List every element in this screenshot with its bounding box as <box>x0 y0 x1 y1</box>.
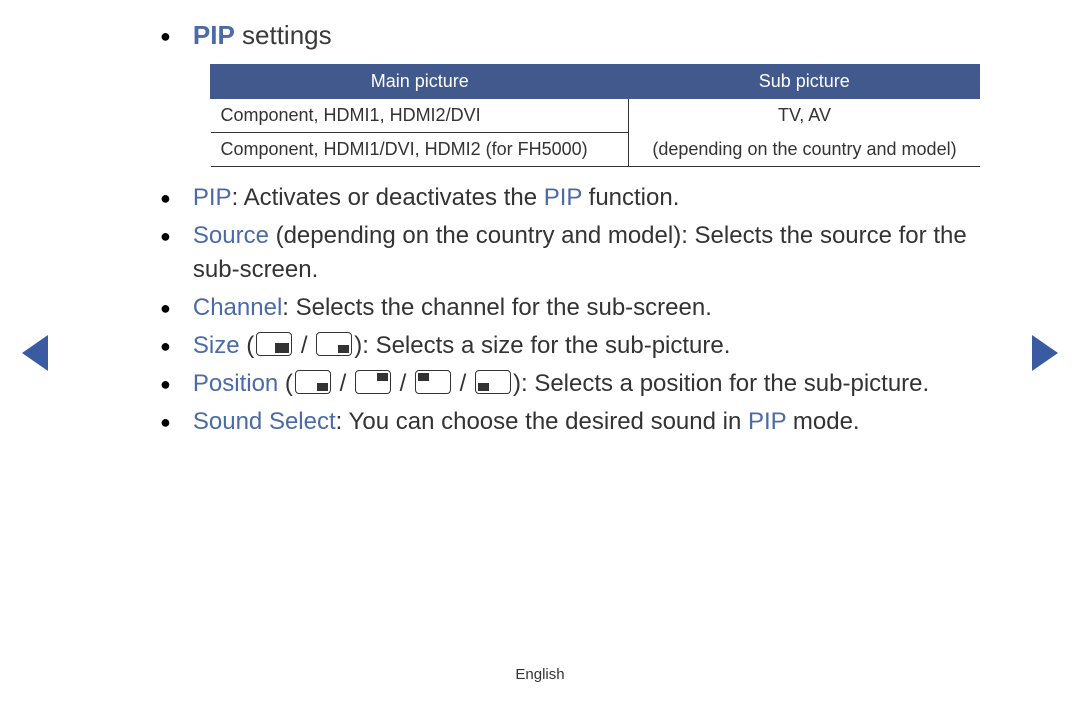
main-row-2: Component, HDMI1/DVI, HDMI2 (for FH5000) <box>211 133 629 167</box>
size-option-large-icon <box>256 332 292 356</box>
sub-row-1: TV, AV <box>629 99 980 133</box>
bullet-icon: ● <box>160 20 171 52</box>
title-term: PIP <box>193 20 235 50</box>
item-pip: ● PIP: Activates or deactivates the PIP … <box>150 181 985 215</box>
position-tl-icon <box>415 370 451 394</box>
item-source: ● Source (depending on the country and m… <box>150 219 985 287</box>
term-position: Position <box>193 370 278 397</box>
term-size: Size <box>193 332 240 359</box>
title-rest: settings <box>235 20 332 50</box>
sub-row-2: (depending on the country and model) <box>629 133 980 167</box>
item-channel: ● Channel: Selects the channel for the s… <box>150 291 985 325</box>
bullet-icon: ● <box>160 181 171 215</box>
page-content: ● PIP settings Main picture Sub picture … <box>150 20 985 443</box>
page-language-footer: English <box>0 666 1080 683</box>
term-pip: PIP <box>193 184 232 211</box>
col-main-picture: Main picture <box>211 65 629 99</box>
bullet-icon: ● <box>160 367 171 401</box>
position-tr-icon <box>355 370 391 394</box>
next-page-arrow[interactable] <box>1032 335 1058 371</box>
section-title: PIP settings <box>193 20 332 51</box>
item-sound-select: ● Sound Select: You can choose the desir… <box>150 405 985 439</box>
col-sub-picture: Sub picture <box>629 65 980 99</box>
item-size: ● Size ( / ): Selects a size for the sub… <box>150 329 985 363</box>
position-br-icon <box>295 370 331 394</box>
size-option-small-icon <box>316 332 352 356</box>
bullet-icon: ● <box>160 405 171 439</box>
bullet-icon: ● <box>160 329 171 363</box>
prev-page-arrow[interactable] <box>22 335 48 371</box>
term-channel: Channel <box>193 294 282 321</box>
position-bl-icon <box>475 370 511 394</box>
term-source: Source <box>193 222 269 249</box>
description-list: ● PIP: Activates or deactivates the PIP … <box>150 181 985 439</box>
main-row-1: Component, HDMI1, HDMI2/DVI <box>211 99 629 133</box>
pip-settings-table: Main picture Sub picture Component, HDMI… <box>210 64 980 167</box>
item-position: ● Position ( / / / ): Selects a position… <box>150 367 985 401</box>
section-title-row: ● PIP settings <box>150 20 985 52</box>
term-sound-select: Sound Select <box>193 408 336 435</box>
bullet-icon: ● <box>160 291 171 325</box>
bullet-icon: ● <box>160 219 171 253</box>
